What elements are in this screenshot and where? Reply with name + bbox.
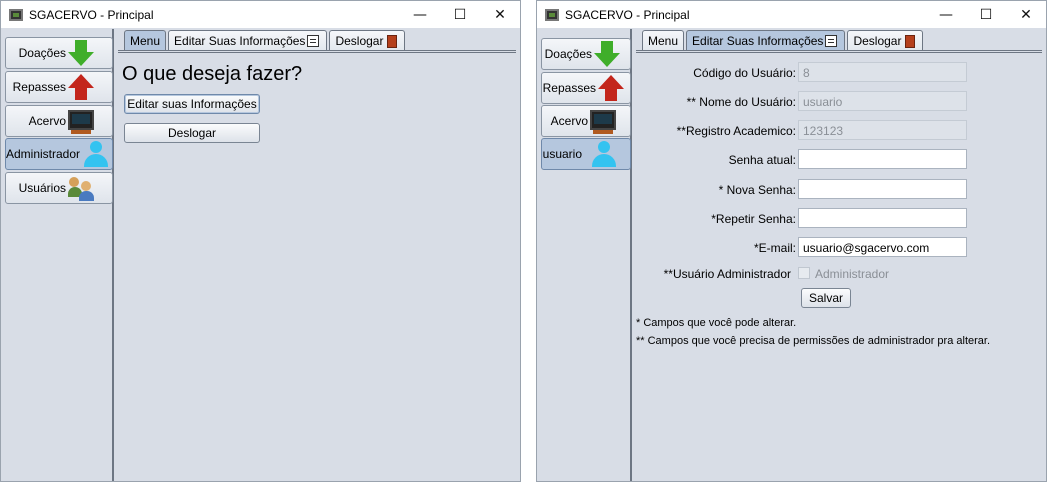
- user-icon: [590, 141, 616, 167]
- exit-door-icon: [385, 34, 399, 48]
- maximize-button[interactable]: ☐: [966, 1, 1006, 28]
- green-down-arrow-icon: [68, 40, 94, 66]
- email-field[interactable]: usuario@sgacervo.com: [798, 237, 967, 257]
- tab-label: Editar Suas Informações: [174, 33, 306, 48]
- main-window-menu: SGACERVO - Principal — ☐ ✕ Doações Repas…: [0, 0, 521, 482]
- sidebar-item-doacoes[interactable]: Doações: [541, 38, 631, 70]
- sidebar-item-label: Administrador: [6, 147, 81, 161]
- sidebar-item-repasses[interactable]: Repasses: [5, 71, 113, 103]
- sidebar-item-label: Acervo: [28, 114, 66, 128]
- sidebar-item-doacoes[interactable]: Doações: [5, 37, 113, 69]
- notepad-icon: [825, 34, 839, 47]
- sidebar-item-label: Acervo: [550, 114, 588, 128]
- form-row-repetir-senha: *Repetir Senha:: [632, 208, 1032, 230]
- tab-menu[interactable]: Menu: [642, 30, 685, 50]
- form-row-senha-atual: Senha atual:: [632, 149, 1032, 171]
- red-up-arrow-icon: [68, 74, 94, 100]
- title-bar: SGACERVO - Principal — ☐ ✕: [1, 1, 520, 28]
- sidebar: Doações Repasses Acervo usuario: [537, 29, 632, 481]
- nome-field: usuario: [798, 91, 967, 111]
- title-bar: SGACERVO - Principal — ☐ ✕: [537, 1, 1046, 28]
- sidebar-item-label: Usuários: [18, 181, 66, 195]
- edit-info-panel: Código do Usuário: 8 ** Nome do Usuário:…: [632, 53, 1046, 481]
- admin-checkbox: [798, 267, 810, 279]
- form-row-nome: ** Nome do Usuário: usuario: [632, 91, 1032, 113]
- form-row-nova-senha: * Nova Senha:: [632, 179, 1032, 201]
- repetir-senha-label: *Repetir Senha:: [711, 212, 796, 226]
- sidebar-item-label: Repasses: [12, 80, 66, 94]
- green-down-arrow-icon: [594, 41, 620, 67]
- nome-label: ** Nome do Usuário:: [686, 95, 796, 109]
- tab-editar-informacoes[interactable]: Editar Suas Informações: [168, 30, 328, 50]
- repetir-senha-field[interactable]: [798, 208, 967, 228]
- page-title: O que deseja fazer?: [122, 63, 303, 85]
- admin-checkbox-label: Administrador: [815, 267, 890, 281]
- registro-field: 123123: [798, 120, 967, 140]
- sidebar-item-usuarios[interactable]: Usuários: [5, 172, 113, 204]
- close-button[interactable]: ✕: [480, 1, 520, 28]
- save-button[interactable]: Salvar: [801, 288, 851, 308]
- sidebar: Doações Repasses Acervo Administrador Us…: [1, 29, 114, 481]
- hint-admin-required: ** Campos que você precisa de permissões…: [636, 335, 991, 347]
- users-icon: [68, 175, 94, 201]
- tab-bar: Menu Editar Suas Informações Deslogar: [642, 30, 925, 50]
- notepad-icon: [307, 34, 321, 47]
- content-area: Menu Editar Suas Informações Deslogar O …: [114, 29, 520, 481]
- main-window-edit-info: SGACERVO - Principal — ☐ ✕ Doações Repas…: [536, 0, 1047, 482]
- exit-door-icon: [903, 34, 917, 48]
- tab-label: Editar Suas Informações: [692, 33, 824, 48]
- form-row-registro: **Registro Academico: 123123: [632, 120, 1032, 142]
- minimize-button[interactable]: —: [400, 1, 440, 28]
- tab-deslogar[interactable]: Deslogar: [847, 30, 924, 50]
- user-icon: [82, 141, 109, 167]
- sidebar-item-acervo[interactable]: Acervo: [5, 105, 113, 137]
- sidebar-item-label: Repasses: [542, 81, 596, 95]
- codigo-label: Código do Usuário:: [693, 66, 796, 80]
- monitor-icon: [68, 108, 94, 134]
- sidebar-item-repasses[interactable]: Repasses: [541, 72, 631, 104]
- red-up-arrow-icon: [598, 75, 624, 101]
- tab-label: Deslogar: [853, 33, 902, 48]
- registro-label: **Registro Academico:: [676, 124, 796, 138]
- tab-label: Deslogar: [335, 33, 384, 48]
- admin-label: **Usuário Administrador: [663, 267, 791, 281]
- form-row-codigo: Código do Usuário: 8: [632, 62, 1032, 84]
- email-label: *E-mail:: [753, 241, 796, 255]
- maximize-button[interactable]: ☐: [440, 1, 480, 28]
- sidebar-item-acervo[interactable]: Acervo: [541, 105, 631, 137]
- app-icon: [545, 8, 559, 21]
- sidebar-item-label: Doações: [544, 47, 592, 61]
- form-row-email: *E-mail: usuario@sgacervo.com: [632, 237, 1032, 259]
- close-button[interactable]: ✕: [1006, 1, 1046, 28]
- nova-senha-field[interactable]: [798, 179, 967, 199]
- window-title: SGACERVO - Principal: [565, 7, 690, 22]
- minimize-button[interactable]: —: [926, 1, 966, 28]
- hint-editable: * Campos que você pode alterar.: [636, 317, 797, 329]
- form-row-admin: **Usuário Administrador Administrador: [632, 263, 1032, 285]
- senha-atual-field[interactable]: [798, 149, 967, 169]
- sidebar-item-usuario[interactable]: usuario: [541, 138, 631, 170]
- senha-atual-label: Senha atual:: [728, 153, 796, 167]
- sidebar-item-administrador[interactable]: Administrador: [5, 138, 113, 170]
- tab-editar-informacoes[interactable]: Editar Suas Informações: [686, 30, 846, 50]
- logout-button[interactable]: Deslogar: [124, 123, 260, 143]
- edit-info-button[interactable]: Editar suas Informações: [124, 94, 260, 114]
- app-icon: [9, 8, 23, 21]
- desktop-gap: [521, 0, 536, 482]
- tab-deslogar[interactable]: Deslogar: [329, 30, 406, 50]
- tab-menu[interactable]: Menu: [124, 30, 167, 50]
- tab-bar: Menu Editar Suas Informações Deslogar: [124, 30, 407, 50]
- sidebar-item-label: Doações: [18, 46, 66, 60]
- window-title: SGACERVO - Principal: [29, 7, 154, 22]
- nova-senha-label: * Nova Senha:: [718, 183, 796, 197]
- monitor-icon: [590, 108, 616, 134]
- sidebar-item-label: usuario: [542, 147, 582, 161]
- menu-panel: O que deseja fazer? Editar suas Informaç…: [114, 53, 520, 481]
- codigo-field: 8: [798, 62, 967, 82]
- content-area: Menu Editar Suas Informações Deslogar Có…: [632, 29, 1046, 481]
